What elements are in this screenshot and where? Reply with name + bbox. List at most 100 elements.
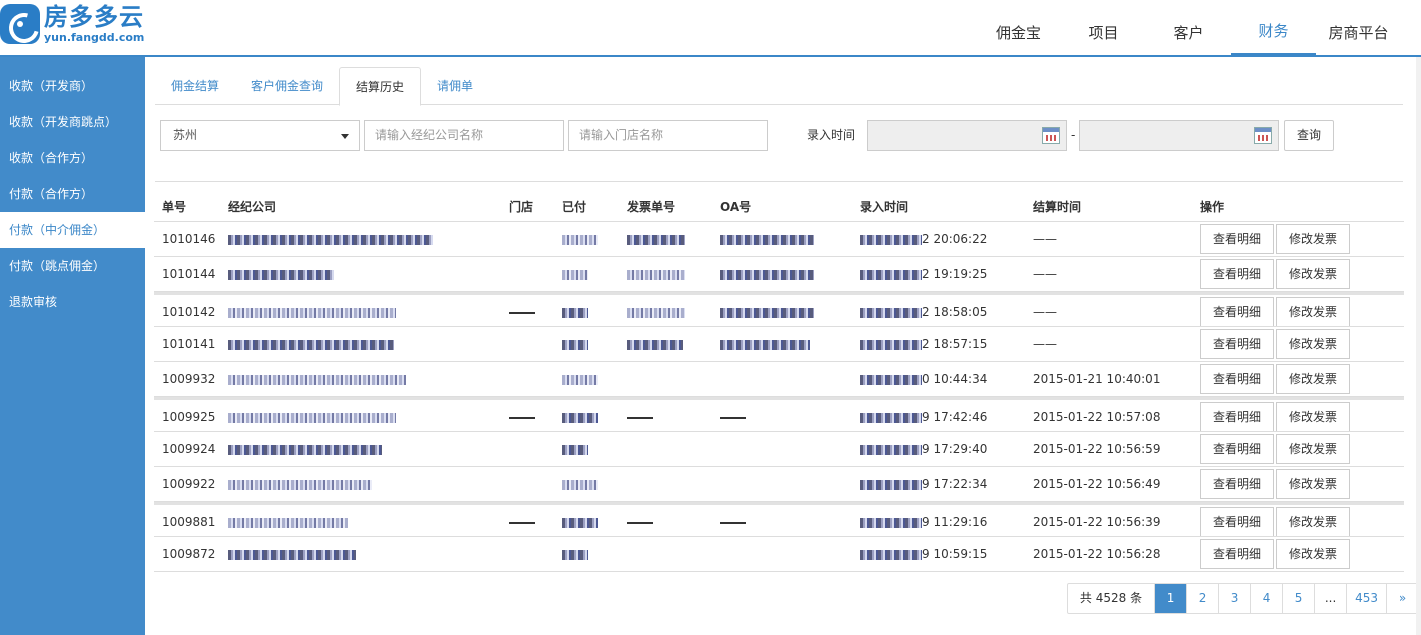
cell-id: 1009924	[162, 442, 216, 456]
topnav-item-customers[interactable]: 客户	[1146, 0, 1231, 57]
edit-invoice-button[interactable]: 修改发票	[1276, 297, 1351, 326]
page-last-button[interactable]: 453	[1346, 584, 1386, 613]
sidebar-item-pay-bonus-commission[interactable]: 付款（跳点佣金）	[0, 248, 145, 284]
tab-settlement-history[interactable]: 结算历史	[339, 67, 422, 106]
cell-actions: 查看明细 修改发票	[1198, 400, 1404, 431]
view-detail-button[interactable]: 查看明细	[1200, 329, 1275, 359]
page-4-button[interactable]: 4	[1250, 584, 1282, 613]
company-search-input[interactable]: 请输入经纪公司名称	[364, 120, 564, 151]
end-date-input[interactable]	[1079, 120, 1279, 151]
edit-invoice-button[interactable]: 修改发票	[1276, 507, 1351, 536]
table-header: 单号 经纪公司 门店 已付 发票单号 OA号 录入时间 结算时间 操作	[154, 195, 1404, 222]
page-5-button[interactable]: 5	[1282, 584, 1314, 613]
table-row: 1010142 2 18:58:05 —— 查看明细 修改发票	[154, 292, 1404, 327]
view-detail-button[interactable]: 查看明细	[1200, 364, 1275, 394]
table-row: 1010141 2 18:57:15 —— 查看明细 修改发票	[154, 327, 1404, 362]
cell-settle-time: 2015-01-22 10:57:08	[1033, 410, 1161, 424]
cell-store	[501, 537, 554, 571]
tab-commission-request[interactable]: 请佣单	[421, 67, 489, 105]
view-detail-button[interactable]: 查看明细	[1200, 469, 1275, 499]
start-date-input[interactable]	[867, 120, 1067, 151]
edit-invoice-button[interactable]: 修改发票	[1276, 539, 1351, 569]
query-button[interactable]: 查询	[1284, 120, 1335, 151]
edit-invoice-button[interactable]: 修改发票	[1276, 259, 1351, 289]
sidebar-item-pay-partner[interactable]: 付款（合作方）	[0, 176, 145, 212]
sidebar-item-receive-developer-bonus[interactable]: 收款（开发商跳点）	[0, 104, 145, 140]
cell-paid-redacted	[554, 362, 619, 396]
cell-invoice-redacted	[619, 257, 712, 291]
view-detail-button[interactable]: 查看明细	[1200, 224, 1275, 254]
table-row: 1009932 0 10:44:34 2015-01-21 10:40:01 查…	[154, 362, 1404, 397]
view-detail-button[interactable]: 查看明细	[1200, 402, 1275, 431]
table-row: 1009924 9 17:29:40 2015-01-22 10:56:59 查…	[154, 432, 1404, 467]
cell-actions: 查看明细 修改发票	[1198, 327, 1404, 361]
topnav-item-finance[interactable]: 财务	[1231, 0, 1316, 57]
view-detail-button[interactable]: 查看明细	[1200, 259, 1275, 289]
cell-store	[501, 467, 554, 501]
edit-invoice-button[interactable]: 修改发票	[1276, 402, 1351, 431]
cell-id: 1010144	[162, 267, 216, 281]
col-header-paid: 已付	[562, 200, 587, 214]
cell-entry-time: 9 10:59:15	[852, 537, 1025, 571]
tab-customer-commission-query[interactable]: 客户佣金查询	[235, 67, 339, 105]
topnav-item-platform[interactable]: 房商平台	[1316, 0, 1401, 57]
sidebar-item-receive-partner[interactable]: 收款（合作方）	[0, 140, 145, 176]
view-detail-button[interactable]: 查看明细	[1200, 434, 1275, 464]
cell-store	[501, 295, 554, 326]
cell-invoice	[619, 400, 712, 431]
col-header-invoice-no: 发票单号	[627, 200, 676, 214]
cell-entry-time: 9 17:42:46	[852, 400, 1025, 431]
edit-invoice-button[interactable]: 修改发票	[1276, 364, 1351, 394]
next-page-button[interactable]: »	[1386, 584, 1418, 613]
edit-invoice-button[interactable]: 修改发票	[1276, 224, 1351, 254]
calendar-icon[interactable]	[1254, 127, 1272, 144]
city-select[interactable]: 苏州	[160, 120, 360, 151]
cell-oa-redacted	[712, 295, 852, 326]
cell-entry-time: 9 17:22:34	[852, 467, 1025, 501]
page-3-button[interactable]: 3	[1218, 584, 1250, 613]
edit-invoice-button[interactable]: 修改发票	[1276, 434, 1351, 464]
cell-actions: 查看明细 修改发票	[1198, 362, 1404, 396]
cell-company-redacted	[220, 505, 501, 536]
table-row: 1009922 9 17:22:34 2015-01-22 10:56:49 查…	[154, 467, 1404, 502]
cell-company-redacted	[220, 295, 501, 326]
cell-entry-time: 9 11:29:16	[852, 505, 1025, 536]
brand-domain: yun.fangdd.com	[44, 31, 145, 44]
entry-time-label: 录入时间	[807, 128, 856, 142]
cell-oa	[712, 505, 852, 536]
cell-invoice-redacted	[619, 295, 712, 326]
view-detail-button[interactable]: 查看明细	[1200, 507, 1275, 536]
cell-company-redacted	[220, 362, 501, 396]
table-row: 1009881 9 11:29:16 2015-01-22 10:56:39 查…	[154, 502, 1404, 537]
cell-invoice	[619, 537, 712, 571]
col-header-store: 门店	[509, 200, 534, 214]
page-scrollbar[interactable]	[1416, 57, 1421, 635]
sidebar-item-pay-agent-commission[interactable]: 付款（中介佣金）	[0, 212, 145, 248]
page-1-button[interactable]: 1	[1154, 584, 1187, 613]
cell-company-redacted	[220, 222, 501, 256]
cell-store	[501, 400, 554, 431]
tab-commission-settlement[interactable]: 佣金结算	[155, 67, 235, 105]
sidebar-item-receive-developer[interactable]: 收款（开发商）	[0, 68, 145, 104]
total-count: 共 4528 条	[1079, 591, 1143, 605]
store-search-input[interactable]: 请输入门店名称	[568, 120, 768, 151]
cell-company-redacted	[220, 467, 501, 501]
cell-entry-time: 2 18:57:15	[852, 327, 1025, 361]
topnav-item-yongjinbao[interactable]: 佣金宝	[976, 0, 1061, 57]
cell-id: 1009932	[162, 372, 216, 386]
edit-invoice-button[interactable]: 修改发票	[1276, 469, 1351, 499]
calendar-icon[interactable]	[1042, 127, 1060, 144]
cell-actions: 查看明细 修改发票	[1198, 537, 1404, 571]
cell-settle-time: ——	[1033, 305, 1057, 319]
cell-settle-time: ——	[1033, 232, 1057, 246]
view-detail-button[interactable]: 查看明细	[1200, 539, 1275, 569]
page-2-button[interactable]: 2	[1186, 584, 1218, 613]
brand-logo[interactable]: 房多多云 yun.fangdd.com	[0, 2, 144, 46]
cell-actions: 查看明细 修改发票	[1198, 295, 1404, 326]
view-detail-button[interactable]: 查看明细	[1200, 297, 1275, 326]
edit-invoice-button[interactable]: 修改发票	[1276, 329, 1351, 359]
topnav-item-projects[interactable]: 项目	[1061, 0, 1146, 57]
cell-invoice	[619, 432, 712, 466]
sidebar-item-refund-review[interactable]: 退款审核	[0, 284, 145, 320]
cell-invoice	[619, 505, 712, 536]
